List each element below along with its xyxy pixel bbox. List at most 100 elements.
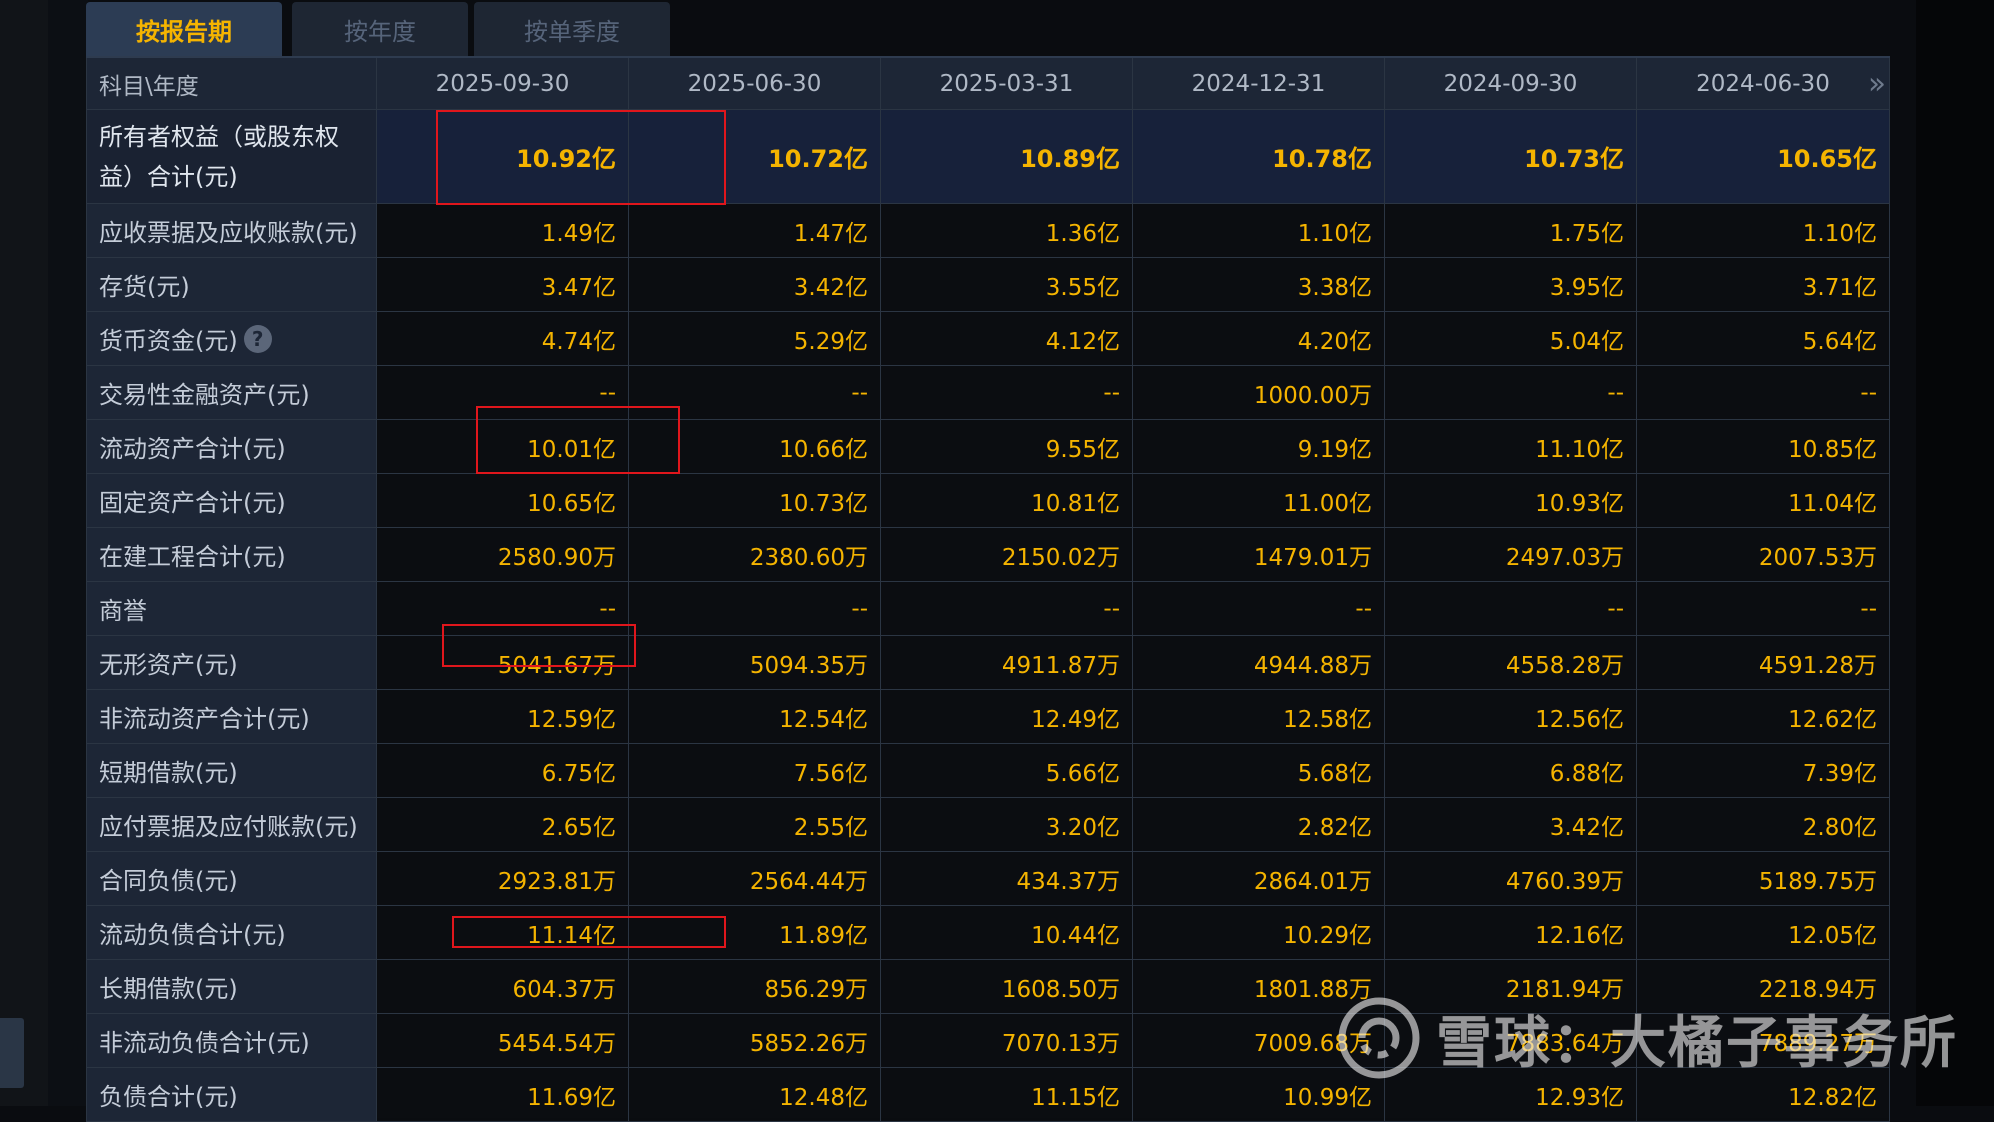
table-cell: 5.04亿: [1385, 312, 1637, 366]
row-label-text: 固定资产合计(元): [99, 489, 286, 517]
row-label-text: 非流动负债合计(元): [99, 1029, 310, 1057]
table-cell: 10.73亿: [1385, 110, 1637, 204]
table-row: 在建工程合计(元) 2580.90万 2380.60万 2150.02万 1479.01…: [86, 528, 1890, 582]
table-cell: 9.19亿: [1133, 420, 1385, 474]
table-cell: 2007.53万: [1637, 528, 1890, 582]
table-cell: --: [1637, 366, 1890, 420]
table-cell: 11.89亿: [629, 906, 881, 960]
column-header-2024-12-31[interactable]: 2024-12-31: [1133, 58, 1385, 110]
table-cell: 7070.13万: [881, 1014, 1133, 1068]
table-cell: 10.65亿: [1637, 110, 1890, 204]
table-cell: 5.64亿: [1637, 312, 1890, 366]
row-label-text: 在建工程合计(元): [99, 543, 286, 571]
column-header-2025-06-30[interactable]: 2025-06-30: [629, 58, 881, 110]
table-cell: 3.95亿: [1385, 258, 1637, 312]
table-row: 非流动资产合计(元) 12.59亿 12.54亿 12.49亿 12.58亿 12.56亿…: [86, 690, 1890, 744]
row-label-text: 流动负债合计(元): [99, 921, 286, 949]
table-row: 固定资产合计(元) 10.65亿 10.73亿 10.81亿 11.00亿 10.93亿 1…: [86, 474, 1890, 528]
table-row: 流动负债合计(元) 11.14亿 11.89亿 10.44亿 10.29亿 12.16亿 1…: [86, 906, 1890, 960]
table-cell: 4760.39万: [1385, 852, 1637, 906]
table-cell: --: [1133, 582, 1385, 636]
balance-sheet-table: 科目\年度 2025-09-30 2025-06-30 2025-03-31 2024-…: [86, 56, 1890, 1122]
row-label: 商誉: [86, 582, 377, 636]
table-cell: 3.47亿: [377, 258, 629, 312]
table-cell: 1608.50万: [881, 960, 1133, 1014]
column-header-2025-03-31[interactable]: 2025-03-31: [881, 58, 1133, 110]
table-cell: 1000.00万: [1133, 366, 1385, 420]
table-cell: 604.37万: [377, 960, 629, 1014]
table-cell: 12.05亿: [1637, 906, 1890, 960]
row-label-text: 负债合计(元): [99, 1083, 238, 1111]
table-cell: 2497.03万: [1385, 528, 1637, 582]
row-label-text: 货币资金(元): [99, 327, 238, 355]
table-cell: 2864.01万: [1133, 852, 1385, 906]
table-header-row: 科目\年度 2025-09-30 2025-06-30 2025-03-31 2024-…: [86, 58, 1890, 110]
table-row: 存货(元) 3.47亿 3.42亿 3.55亿 3.38亿 3.95亿 3.71亿: [86, 258, 1890, 312]
table-cell: 1479.01万: [1133, 528, 1385, 582]
table-cell: 2150.02万: [881, 528, 1133, 582]
table-cell: 10.81亿: [881, 474, 1133, 528]
table-cell: --: [881, 582, 1133, 636]
table-cell: 10.73亿: [629, 474, 881, 528]
tab-by-quarter[interactable]: 按单季度: [474, 2, 670, 56]
column-header-2024-06-30[interactable]: 2024-06-30: [1637, 58, 1890, 110]
row-label-text: 商誉: [99, 597, 147, 625]
table-cell: 5041.67万: [377, 636, 629, 690]
table-row: 货币资金(元)? 4.74亿 5.29亿 4.12亿 4.20亿 5.04亿 5.64亿: [86, 312, 1890, 366]
table-cell: 2.82亿: [1133, 798, 1385, 852]
table-cell: 12.56亿: [1385, 690, 1637, 744]
table-cell: 4558.28万: [1385, 636, 1637, 690]
table-row: 应付票据及应付账款(元) 2.65亿 2.55亿 3.20亿 2.82亿 3.42亿 2.8…: [86, 798, 1890, 852]
table-cell: 5852.26万: [629, 1014, 881, 1068]
table-row: 交易性金融资产(元) -- -- -- 1000.00万 -- --: [86, 366, 1890, 420]
row-label-text: 短期借款(元): [99, 759, 238, 787]
side-drawer-handle[interactable]: [0, 1018, 24, 1088]
table-cell: 4.12亿: [881, 312, 1133, 366]
table-cell: 7.56亿: [629, 744, 881, 798]
table-cell: 3.38亿: [1133, 258, 1385, 312]
row-label: 存货(元): [86, 258, 377, 312]
table-cell: 3.55亿: [881, 258, 1133, 312]
tab-by-year[interactable]: 按年度: [292, 2, 468, 56]
row-label: 应付票据及应付账款(元): [86, 798, 377, 852]
row-label: 固定资产合计(元): [86, 474, 377, 528]
row-label: 长期借款(元): [86, 960, 377, 1014]
table-cell: 4591.28万: [1637, 636, 1890, 690]
row-label: 流动资产合计(元): [86, 420, 377, 474]
table-cell: 3.42亿: [629, 258, 881, 312]
tab-by-report-period[interactable]: 按报告期: [86, 2, 282, 56]
table-cell: 11.15亿: [881, 1068, 1133, 1122]
table-cell: 11.14亿: [377, 906, 629, 960]
table-cell: --: [377, 366, 629, 420]
table-cell: 10.65亿: [377, 474, 629, 528]
column-header-2025-09-30[interactable]: 2025-09-30: [377, 58, 629, 110]
table-row: 流动资产合计(元) 10.01亿 10.66亿 9.55亿 9.19亿 11.10亿 10.…: [86, 420, 1890, 474]
table-cell: 2564.44万: [629, 852, 881, 906]
table-cell: 6.88亿: [1385, 744, 1637, 798]
table-row: 应收票据及应收账款(元) 1.49亿 1.47亿 1.36亿 1.10亿 1.75亿 1.1…: [86, 204, 1890, 258]
row-label: 所有者权益（或股东权 益）合计(元): [86, 110, 377, 204]
table-cell: 4911.87万: [881, 636, 1133, 690]
question-circle-icon[interactable]: ?: [243, 324, 272, 353]
table-cell: 5.66亿: [881, 744, 1133, 798]
row-label: 应收票据及应收账款(元): [86, 204, 377, 258]
table-cell: --: [881, 366, 1133, 420]
table-cell: 1.10亿: [1133, 204, 1385, 258]
column-header-2024-09-30[interactable]: 2024-09-30: [1385, 58, 1637, 110]
table-cell: --: [1385, 582, 1637, 636]
table-row: 短期借款(元) 6.75亿 7.56亿 5.66亿 5.68亿 6.88亿 7.39亿: [86, 744, 1890, 798]
table-cell: 12.58亿: [1133, 690, 1385, 744]
table-row: 所有者权益（或股东权 益）合计(元) 10.92亿 10.72亿 10.89亿 10.78…: [86, 110, 1890, 204]
row-label: 货币资金(元)?: [86, 312, 377, 366]
table-cell: 2580.90万: [377, 528, 629, 582]
table-cell: 12.54亿: [629, 690, 881, 744]
row-label-line2: 益）合计(元): [99, 162, 238, 191]
table-cell: 3.20亿: [881, 798, 1133, 852]
row-label-text: 应付票据及应付账款(元): [99, 813, 358, 841]
table-cell: 5454.54万: [377, 1014, 629, 1068]
double-chevron-right-icon[interactable]: ››: [1868, 67, 1886, 102]
row-label: 负债合计(元): [86, 1068, 377, 1122]
table-cell: 4.20亿: [1133, 312, 1385, 366]
table-cell: 10.92亿: [377, 110, 629, 204]
table-cell: 11.04亿: [1637, 474, 1890, 528]
